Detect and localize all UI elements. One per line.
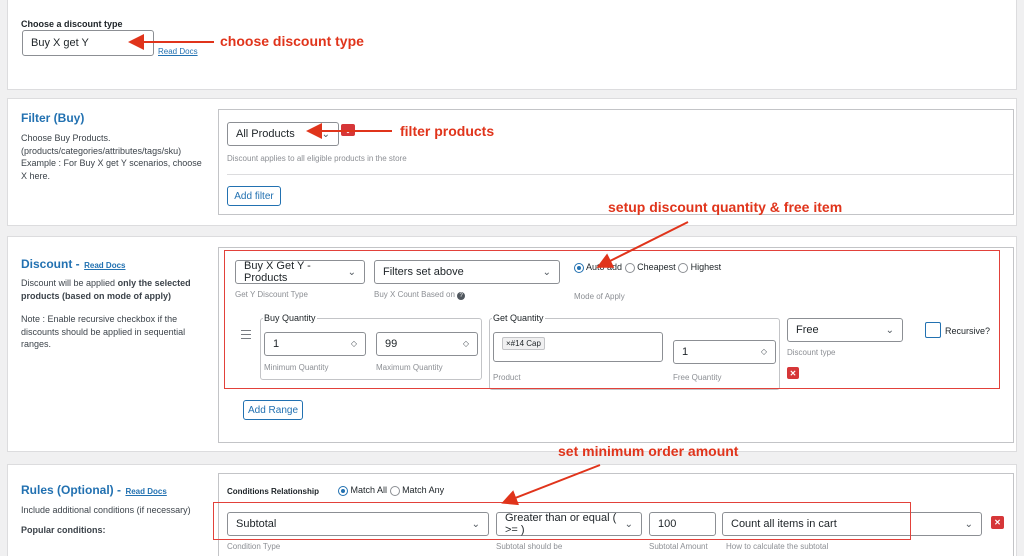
annotation-min-order: set minimum order amount [558,443,739,459]
annotation-arrows [128,34,689,506]
annotation-setup-discount: setup discount quantity & free item [608,199,843,215]
annotation-choose-discount-type: choose discount type [220,33,364,49]
annotation-filter-products: filter products [400,123,495,139]
